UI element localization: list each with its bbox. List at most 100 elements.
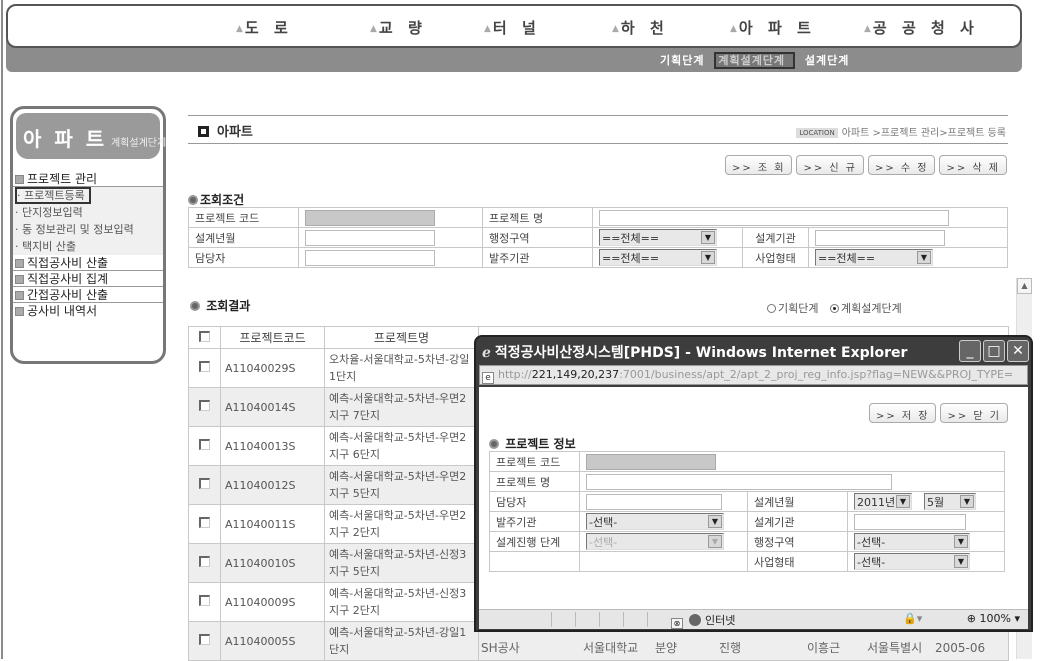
nav-item-river[interactable]: ▲하 천 <box>612 17 669 38</box>
row-checkbox[interactable] <box>199 594 210 606</box>
row-checkbox[interactable] <box>199 360 210 372</box>
year-select[interactable]: 2011년 ▼ <box>854 493 912 510</box>
popup-project-name-input[interactable] <box>586 473 892 490</box>
client-org-select[interactable]: ==전체== ▼ <box>599 249 717 266</box>
triangle-icon: ▲ <box>236 24 245 34</box>
popup-design-phase-select: -선택- ▼ <box>586 533 724 550</box>
sidebar-group-project-management[interactable]: 프로젝트 관리 <box>13 171 163 187</box>
scroll-up-icon[interactable]: ▲ <box>1017 278 1032 294</box>
page-icon: e <box>482 372 494 384</box>
phase-design[interactable]: 설계단계 <box>805 54 849 67</box>
manager-label: 담당자 <box>188 247 299 268</box>
security-zone[interactable]: ⊗ 인터넷 <box>671 612 735 629</box>
popup-project-code-input[interactable] <box>586 453 716 470</box>
location-badge: LOCATION <box>796 128 838 138</box>
popup-manager-label: 담당자 <box>489 491 580 512</box>
project-code-input[interactable] <box>305 209 435 226</box>
sidebar-group-direct-cost-calc[interactable]: 직접공사비 산출 <box>13 255 163 271</box>
circle-bullet-icon <box>188 195 198 205</box>
sidebar-item-project-register[interactable]: · 프로젝트등록 <box>13 187 163 204</box>
admin-region-select[interactable]: ==전체== ▼ <box>599 229 717 246</box>
protected-mode-icon[interactable]: 🔒▾ <box>903 612 922 625</box>
project-name-input[interactable] <box>599 209 949 226</box>
project-info-table: 프로젝트 코드 프로젝트 명 담당자 설계년월 2011년 ▼ 5월 ▼ 발주기… <box>489 451 1005 572</box>
minimize-button[interactable]: _ <box>959 340 981 362</box>
zoom-level[interactable]: ⊕ 100% ▾ <box>967 612 1020 625</box>
admin-region-label: 행정구역 <box>482 227 593 248</box>
row-checkbox[interactable] <box>199 555 210 567</box>
design-org-label: 설계기관 <box>742 227 809 248</box>
close-button[interactable]: >> 닫 기 <box>940 403 1008 423</box>
nav-item-apartment[interactable]: ▲아 파 트 <box>730 17 816 38</box>
close-window-button[interactable]: ✕ <box>1007 340 1029 362</box>
design-yearmonth-label: 설계년월 <box>188 227 299 248</box>
square-icon <box>15 291 24 300</box>
radio-planning[interactable]: 기획단계 <box>767 300 818 316</box>
client-org-label: 발주기관 <box>482 247 593 268</box>
nav-item-tunnel[interactable]: ▲터 널 <box>484 17 541 38</box>
sidebar-group-direct-cost-summary[interactable]: 직접공사비 집계 <box>13 271 163 287</box>
sidebar-item-land-cost[interactable]: · 택지비 산출 <box>13 238 163 255</box>
globe-icon <box>689 614 701 626</box>
phase-planning[interactable]: 기획단계 <box>660 54 704 67</box>
sidebar-item-building-info[interactable]: · 동 정보관리 및 정보입력 <box>13 221 163 238</box>
chevron-down-icon: ▼ <box>708 535 722 548</box>
manager-input[interactable] <box>305 249 435 266</box>
chevron-down-icon: ▼ <box>896 495 910 508</box>
page-header: 아파트 LOCATION 아파트 >프로젝트 관리>프로젝트 등록 <box>188 115 1008 144</box>
delete-button[interactable]: >> 삭 제 <box>939 155 1007 175</box>
nav-item-public-office[interactable]: ▲공 공 청 사 <box>864 17 979 38</box>
search-conditions-table: 프로젝트 코드 프로젝트 명 설계년월 행정구역 ==전체== ▼ 설계기관 담당… <box>188 207 1008 268</box>
chevron-down-icon: ▼ <box>954 535 968 548</box>
popup-titlebar[interactable]: ℯ 적정공사비산정시스템[PHDS] - Windows Internet Exp… <box>476 337 1031 365</box>
edit-button[interactable]: >> 수 정 <box>867 155 936 175</box>
chevron-down-icon: ▼ <box>954 555 968 568</box>
popup-admin-region-select[interactable]: -선택- ▼ <box>854 533 970 550</box>
popup-business-type-select[interactable]: -선택- ▼ <box>854 553 970 570</box>
nav-item-road[interactable]: ▲도 로 <box>236 17 293 38</box>
popup-content: >> 저 장 >> 닫 기 프로젝트 정보 프로젝트 코드 프로젝트 명 담당자… <box>479 387 1028 609</box>
phase-plan-design[interactable]: 계획설계단계 <box>714 52 796 69</box>
maximize-button[interactable]: □ <box>983 340 1005 362</box>
project-code-label: 프로젝트 코드 <box>188 207 299 228</box>
new-button[interactable]: >> 신 규 <box>796 155 864 175</box>
nav-item-bridge[interactable]: ▲교 량 <box>370 17 427 38</box>
address-bar[interactable]: e http://221,149,20,237:7001/business/apt… <box>479 365 1028 385</box>
row-checkbox[interactable] <box>199 633 210 645</box>
row-checkbox[interactable] <box>199 477 210 489</box>
action-buttons: >> 조 회 >> 신 규 >> 수 정 >> 삭 제 <box>724 155 1007 175</box>
popup-client-org-select[interactable]: -선택- ▼ <box>586 513 724 530</box>
triangle-icon: ▲ <box>370 24 379 34</box>
sidebar-group-cost-statement[interactable]: 공사비 내역서 <box>13 303 163 319</box>
row-checkbox[interactable] <box>199 438 210 450</box>
status-bar: ⊗ 인터넷 🔒▾ ⊕ 100% ▾ <box>479 609 1028 629</box>
chevron-down-icon: ▼ <box>701 231 715 244</box>
row-checkbox[interactable] <box>199 399 210 411</box>
triangle-icon: ▲ <box>484 24 493 34</box>
design-org-input[interactable] <box>815 229 945 246</box>
row-checkbox[interactable] <box>199 516 210 528</box>
design-yearmonth-input[interactable] <box>305 229 435 246</box>
popup-manager-input[interactable] <box>586 493 722 510</box>
popup-window: ℯ 적정공사비산정시스템[PHDS] - Windows Internet Exp… <box>474 335 1033 632</box>
top-navigation: ▲도 로 ▲교 량 ▲터 널 ▲하 천 ▲아 파 트 ▲공 공 청 사 <box>6 4 1022 48</box>
breadcrumb: LOCATION 아파트 >프로젝트 관리>프로젝트 등록 <box>796 124 1006 139</box>
radio-plan-design[interactable]: 계획설계단계 <box>829 300 902 316</box>
chevron-down-icon: ▼ <box>701 251 715 264</box>
search-button[interactable]: >> 조 회 <box>724 155 793 175</box>
chevron-down-icon: ▼ <box>960 495 974 508</box>
business-type-select[interactable]: ==전체== ▼ <box>815 249 933 266</box>
save-button[interactable]: >> 저 장 <box>868 403 937 423</box>
select-all-checkbox[interactable] <box>199 330 210 342</box>
popup-design-org-input[interactable] <box>854 513 966 530</box>
sidebar-item-complex-info[interactable]: · 단지정보입력 <box>13 204 163 221</box>
popup-project-name-label: 프로젝트 명 <box>489 471 580 492</box>
col-project-name: 프로젝트명 <box>324 326 479 349</box>
sidebar-group-indirect-cost-calc[interactable]: 간접공사비 산출 <box>13 287 163 303</box>
sidebar-header: 아 파 트 계획설계단계 <box>16 113 166 159</box>
popup-blocked-icon: ⊗ <box>671 618 683 629</box>
sidebar: 아 파 트 계획설계단계 프로젝트 관리 · 프로젝트등록 · 단지정보입력 ·… <box>10 106 166 364</box>
month-select[interactable]: 5월 ▼ <box>924 493 976 510</box>
radio-icon <box>767 304 776 313</box>
popup-design-org-label: 설계기관 <box>747 511 848 532</box>
